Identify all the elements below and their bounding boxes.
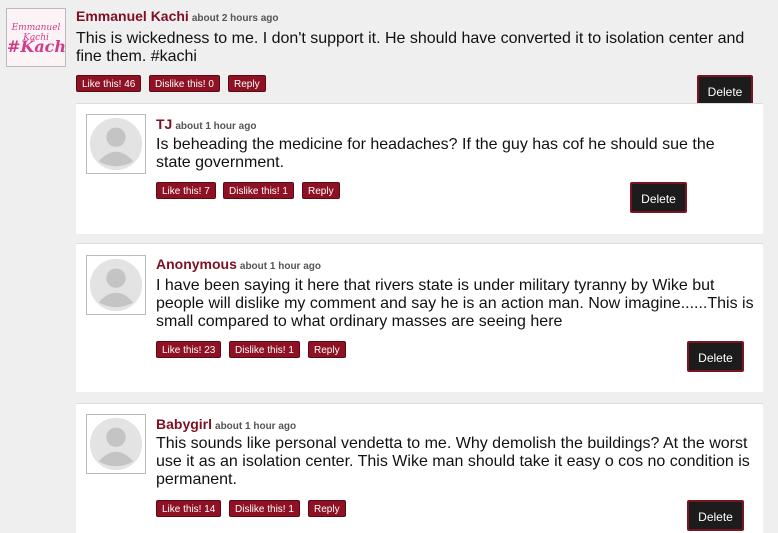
delete-button[interactable]: Delete [630, 182, 687, 213]
comment-text: Is beheading the medicine for headaches?… [156, 136, 715, 171]
comment-author[interactable]: Emmanuel Kachi about 2 hours ago [76, 8, 279, 24]
author-name[interactable]: Babygirl [156, 416, 212, 432]
comment-text: This sounds like personal vendetta to me… [156, 435, 750, 488]
comment-text: This is wickedness to me. I don't suppor… [76, 30, 745, 65]
avatar [86, 255, 146, 315]
delete-button[interactable]: Delete [687, 500, 744, 531]
default-avatar-icon [87, 256, 145, 314]
comment-time: about 1 hour ago [239, 261, 321, 272]
avatar: Emmanuel Kachi #Kachi [6, 8, 66, 67]
avatar [86, 114, 146, 174]
dislike-button[interactable]: Dislike this! 1 [229, 500, 300, 517]
comment-author[interactable]: Anonymous about 1 hour ago [156, 256, 321, 272]
delete-button[interactable]: Delete [697, 75, 753, 106]
like-button[interactable]: Like this! 7 [156, 182, 216, 199]
default-avatar-icon [87, 115, 145, 173]
author-name[interactable]: Emmanuel Kachi [76, 8, 189, 24]
author-name[interactable]: Anonymous [156, 256, 237, 272]
default-avatar-icon [87, 415, 145, 473]
avatar-logo-mark: #Kachi [7, 37, 66, 56]
comment-author[interactable]: Babygirl about 1 hour ago [156, 416, 296, 432]
reply-button[interactable]: Reply [228, 75, 266, 92]
reply-button[interactable]: Reply [302, 182, 340, 199]
comment-time: about 1 hour ago [175, 121, 257, 132]
dislike-button[interactable]: Dislike this! 1 [223, 182, 294, 199]
reply-button[interactable]: Reply [308, 341, 346, 358]
comment-time: about 1 hour ago [215, 421, 297, 432]
like-button[interactable]: Like this! 46 [76, 75, 142, 92]
like-button[interactable]: Like this! 23 [156, 341, 222, 358]
reply-button[interactable]: Reply [308, 500, 346, 517]
comment-time: about 2 hours ago [191, 13, 279, 24]
delete-button[interactable]: Delete [687, 341, 744, 372]
like-button[interactable]: Like this! 14 [156, 500, 222, 517]
dislike-button[interactable]: Dislike this! 1 [229, 341, 300, 358]
comment-author[interactable]: TJ about 1 hour ago [156, 116, 256, 132]
author-name[interactable]: TJ [156, 116, 172, 132]
comment-text: I have been saying it here that rivers s… [156, 277, 754, 330]
dislike-button[interactable]: Dislike this! 0 [149, 75, 220, 92]
avatar [86, 414, 146, 474]
